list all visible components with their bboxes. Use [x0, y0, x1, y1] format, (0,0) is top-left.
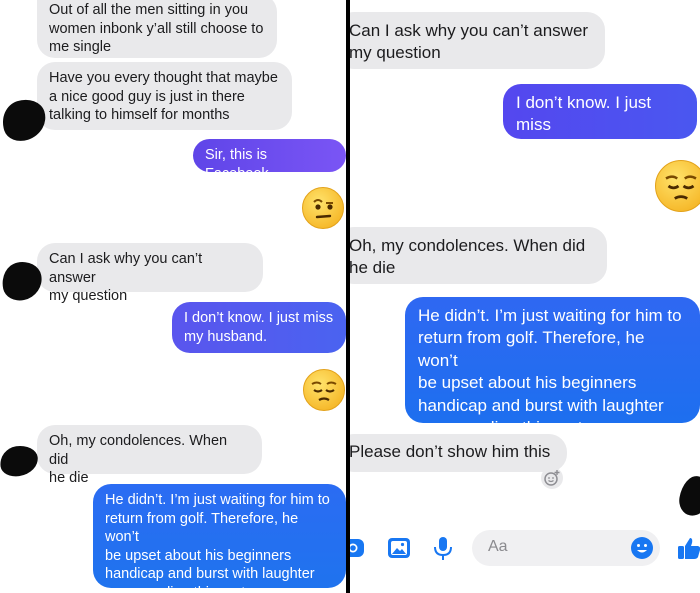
redacted-avatar-scribble	[676, 473, 700, 519]
outgoing-message: I don’t know. I just miss my husband.	[503, 84, 697, 157]
microphone-icon[interactable]	[432, 536, 454, 562]
outgoing-message: I don’t know. I just miss my husband.	[172, 302, 346, 353]
emoji-icon[interactable]	[630, 536, 654, 560]
photo-icon[interactable]	[387, 536, 411, 560]
raised-eyebrow-emoji	[302, 187, 344, 229]
incoming-message: Oh, my condolences. When did he die	[350, 227, 607, 284]
left-chat-screenshot: Out of all the men sitting in you women …	[0, 0, 346, 593]
outgoing-message: He didn’t. I’m just waiting for him to r…	[93, 484, 346, 593]
incoming-message: Can I ask why you can’t answer my questi…	[350, 12, 605, 69]
incoming-message: Have you every thought that maybe a nice…	[37, 62, 292, 130]
message-input-placeholder: Aa	[488, 538, 508, 555]
incoming-message: Can I ask why you can’t answer my questi…	[37, 243, 263, 304]
thumbs-up-icon[interactable]	[676, 535, 700, 561]
pensive-emoji	[655, 160, 700, 212]
incoming-message: Please don’t show him this	[350, 434, 567, 472]
incoming-message: Oh, my condolences. When did he die	[37, 425, 262, 486]
camera-icon[interactable]	[350, 536, 366, 560]
outgoing-message: Sir, this is Facebook.	[193, 139, 346, 182]
outgoing-message: He didn’t. I’m just waiting for him to r…	[405, 297, 700, 437]
right-chat-screenshot: Can I ask why you can’t answer my questi…	[350, 0, 700, 593]
redacted-avatar-scribble	[0, 443, 40, 479]
incoming-message: Out of all the men sitting in you women …	[37, 0, 277, 58]
add-reaction-icon[interactable]	[541, 467, 563, 489]
pensive-emoji	[303, 369, 345, 411]
